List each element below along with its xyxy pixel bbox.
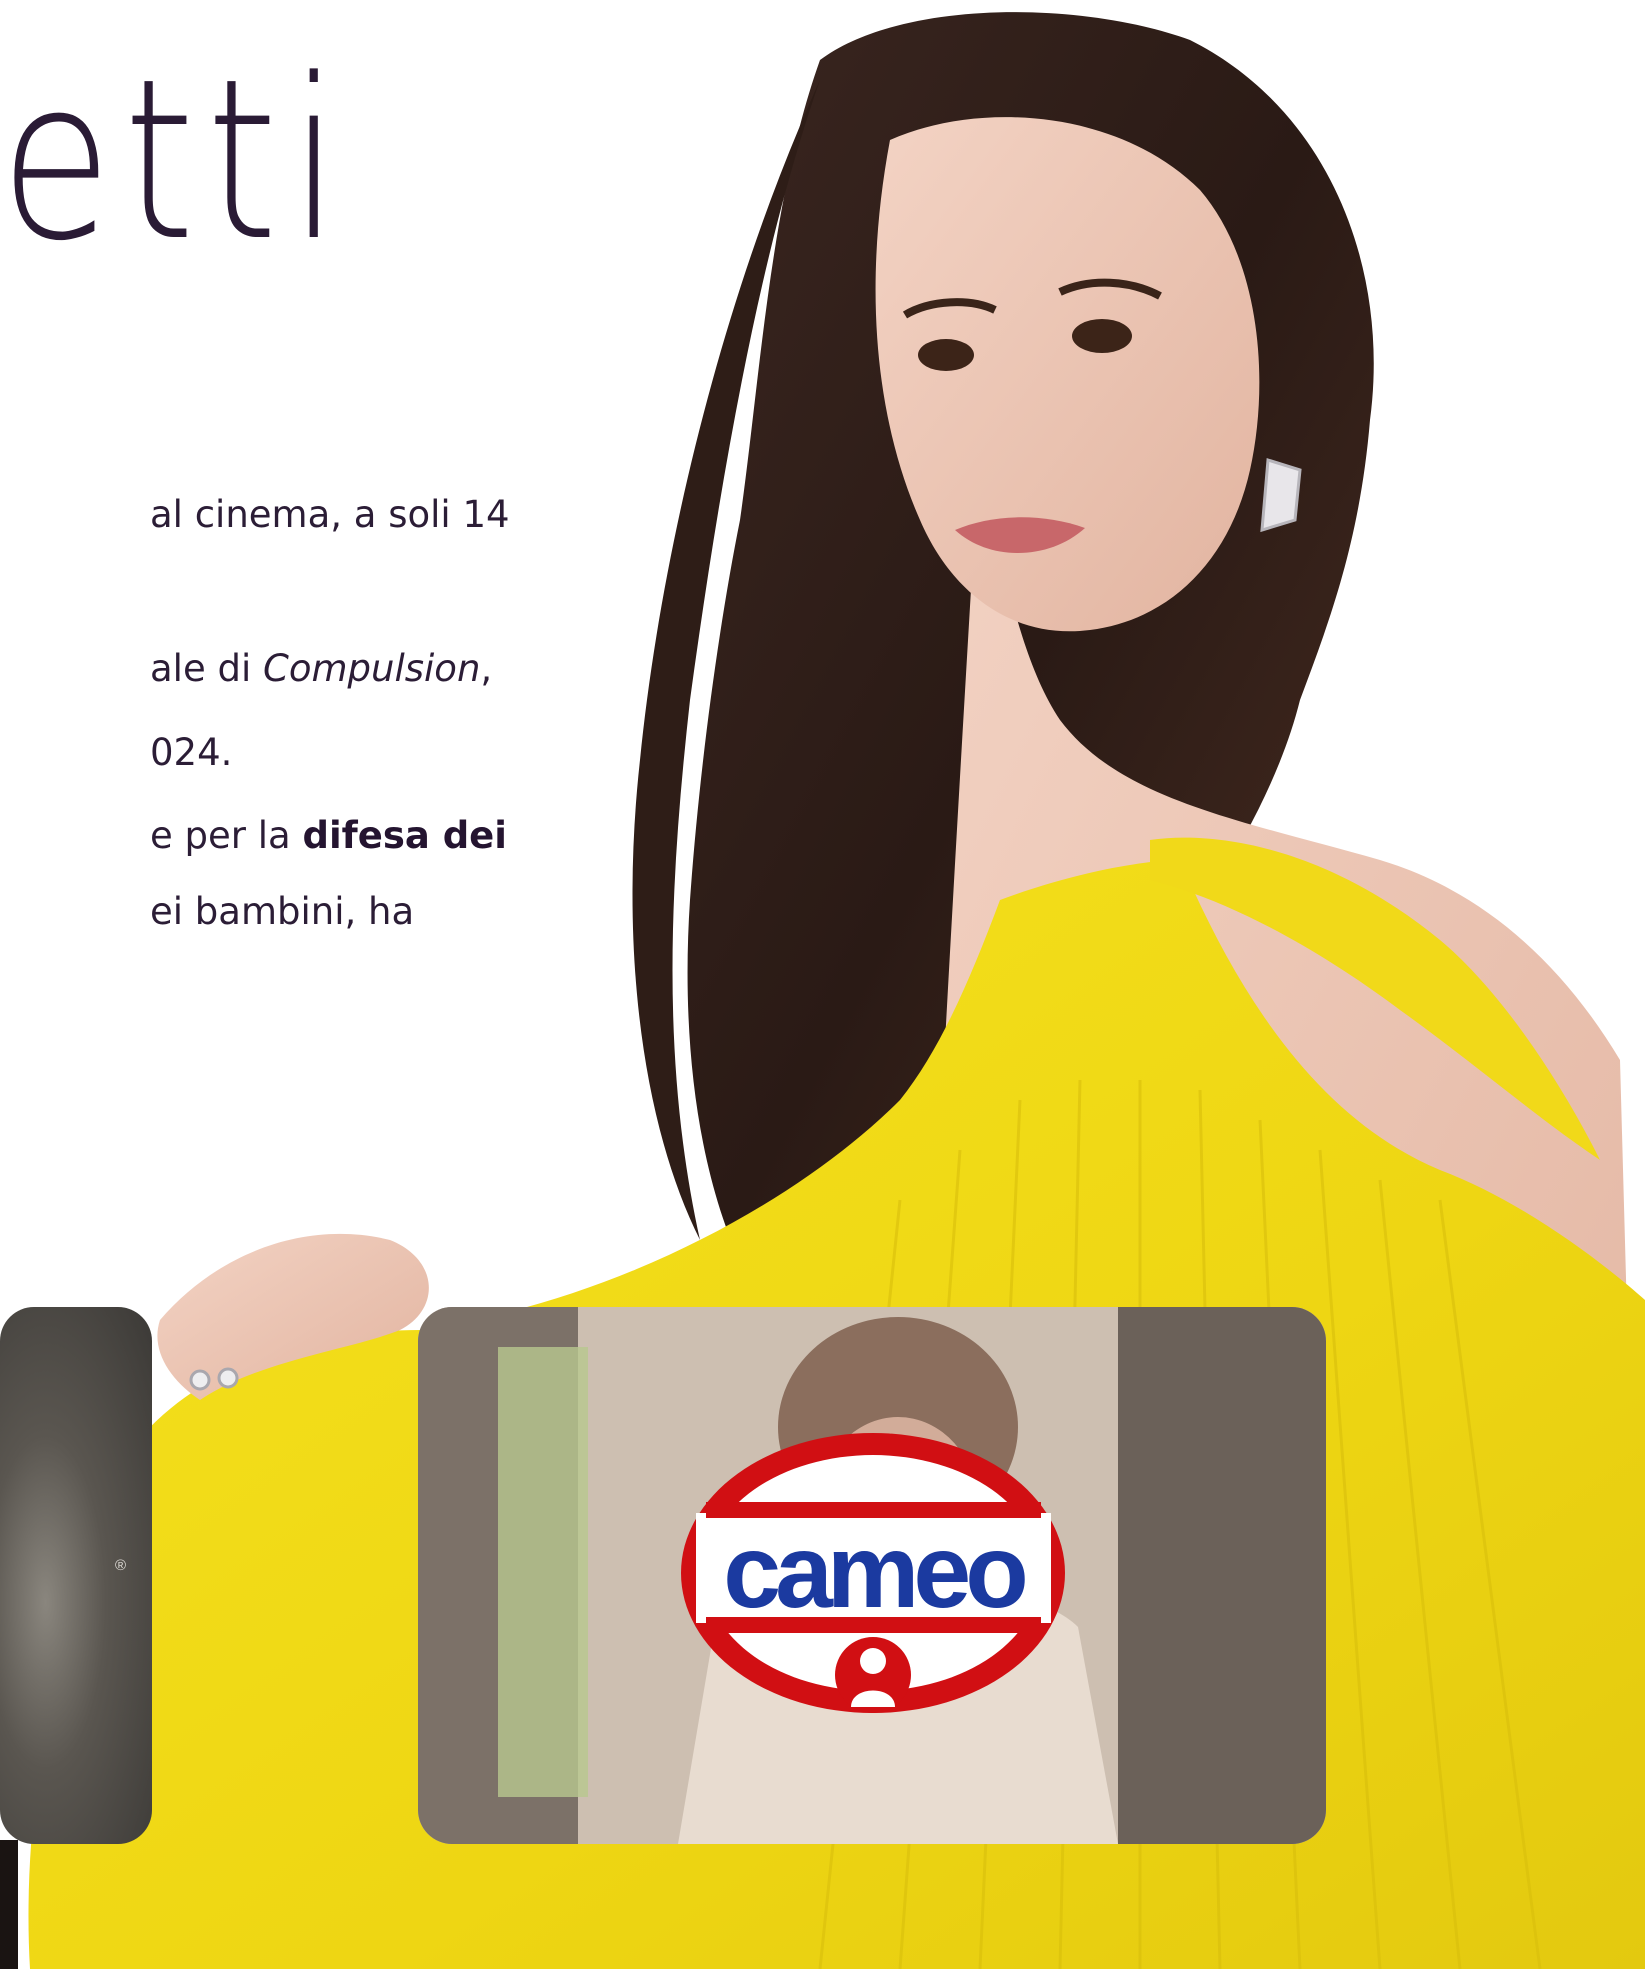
bio-line-3: 024. (150, 731, 233, 774)
bio-line-5: ei bambini, ha (150, 890, 415, 933)
bio-line-4: e per la difesa dei (150, 814, 507, 857)
bio-line-1: al cinema, a soli 14 (150, 493, 510, 536)
brand-card-cameo[interactable]: cameo (418, 1307, 1326, 1844)
brand-card-left[interactable]: ® (0, 1307, 152, 1844)
bio-line-2-suffix: , (480, 647, 493, 690)
bio-line-2-prefix: ale di (150, 647, 264, 690)
bio-line-4-bold: difesa dei (302, 814, 507, 857)
bio-line-2: ale di Compulsion, (150, 647, 492, 690)
cameo-logo-text: cameo (723, 1514, 1025, 1630)
bio-line-2-italic: Compulsion (263, 647, 481, 690)
bio-line-4-prefix: e per la (150, 814, 303, 857)
cameo-logo-icon: cameo (681, 1433, 1065, 1713)
registered-mark: ® (115, 1557, 127, 1574)
